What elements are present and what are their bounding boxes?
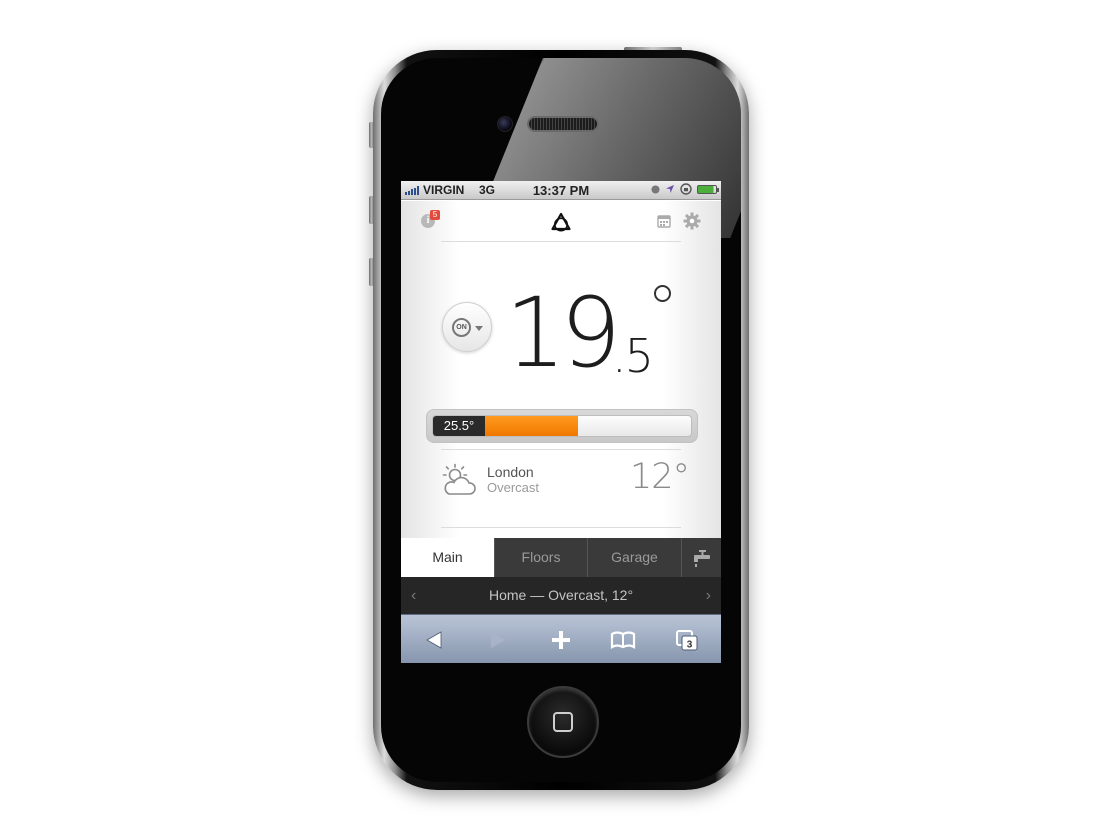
outside-temperature: 12° [630, 457, 690, 497]
status-bar: VIRGIN 3G 13:37 PM [401, 181, 721, 200]
tab-floors[interactable]: Floors [494, 538, 587, 577]
current-temperature-decimal: .5 [612, 329, 654, 383]
weather-divider-bottom [441, 527, 681, 528]
forward-icon[interactable] [485, 627, 511, 653]
sun-cloud-icon [442, 463, 476, 495]
earpiece-speaker [527, 116, 599, 132]
tab-garage[interactable]: Garage [587, 538, 681, 577]
target-temperature-label: 25.5° [433, 416, 485, 436]
page-title-bar: ‹ Home — Overcast, 12° › [401, 577, 721, 614]
phone-screen: VIRGIN 3G 13:37 PM i 5 ON 19 .5 25.5° Lo… [401, 181, 721, 663]
weather-divider-top [441, 449, 681, 450]
chevron-right-icon[interactable]: › [706, 577, 711, 614]
back-icon[interactable] [421, 627, 447, 653]
target-temperature-slider[interactable]: 25.5° [426, 409, 698, 443]
add-icon[interactable] [548, 627, 574, 653]
status-icons [651, 183, 719, 195]
thermostat-app: i 5 ON 19 .5 25.5° London Overcast 12° [401, 201, 721, 538]
browser-toolbar: 3 [401, 614, 721, 663]
open-pages-count: 3 [687, 640, 693, 651]
zone-tab-bar: Main Floors Garage [401, 538, 721, 577]
pages-icon[interactable]: 3 [674, 627, 700, 653]
app-header: i 5 [401, 201, 721, 241]
bookmarks-icon[interactable] [610, 627, 636, 653]
chevron-down-icon [475, 326, 483, 331]
calendar-icon[interactable] [657, 214, 671, 228]
mode-toggle-button[interactable]: ON [442, 302, 492, 352]
tab-main[interactable]: Main [401, 538, 494, 577]
page-title: Home — Overcast, 12° [488, 587, 634, 603]
battery-icon [697, 185, 719, 194]
power-mode-icon: ON [452, 318, 471, 337]
front-camera [497, 116, 513, 132]
alarm-icon [651, 184, 660, 194]
current-temperature: 19 [505, 277, 621, 389]
rotation-lock-icon [680, 183, 692, 195]
slider-fill [485, 416, 578, 436]
notification-badge: 5 [430, 210, 440, 220]
brand-logo-icon [551, 212, 571, 232]
home-button[interactable] [527, 686, 599, 758]
header-divider [441, 241, 681, 242]
faucet-icon [694, 550, 710, 567]
degree-icon [654, 285, 671, 302]
slider-track: 25.5° [432, 415, 692, 437]
gear-icon[interactable] [683, 212, 701, 230]
weather-city: London [487, 464, 534, 480]
weather-condition: Overcast [487, 480, 540, 495]
location-arrow-icon [666, 185, 674, 193]
